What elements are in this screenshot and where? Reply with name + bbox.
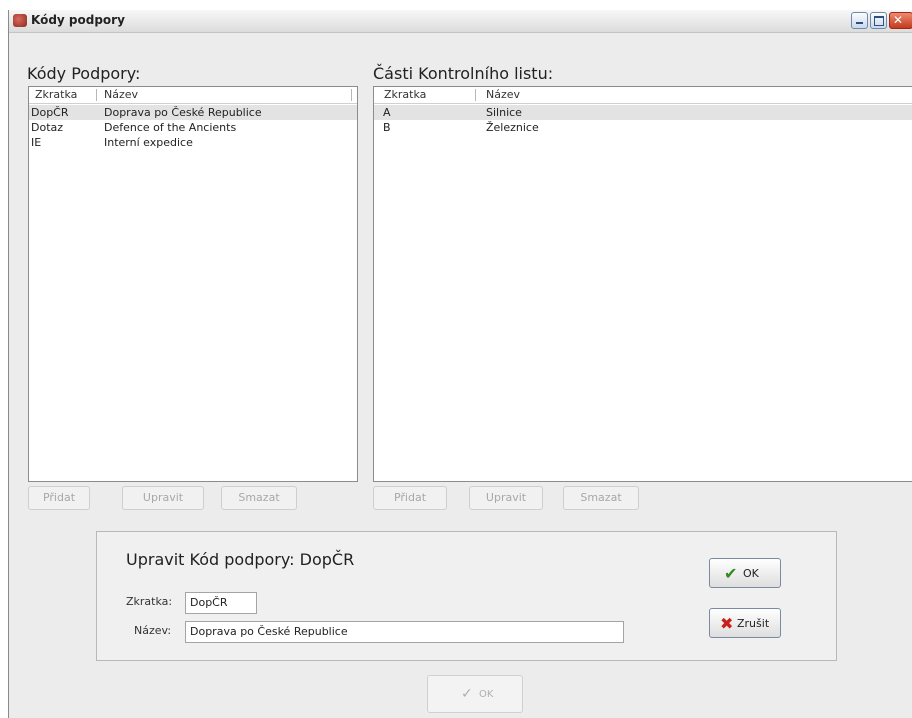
list-header: Zkratka Název bbox=[29, 87, 357, 104]
column-header-name[interactable]: Název bbox=[104, 88, 138, 101]
edit-form-title: Upravit Kód podpory: DopČR bbox=[126, 550, 355, 569]
table-row[interactable]: Dotaz Defence of the Ancients bbox=[29, 120, 357, 135]
window-title: Kódy podpory bbox=[31, 13, 125, 27]
cell-abbr: Dotaz bbox=[31, 121, 64, 134]
column-header-name[interactable]: Název bbox=[486, 88, 520, 101]
minimize-button[interactable] bbox=[851, 12, 868, 29]
right-add-button[interactable]: Přidat bbox=[373, 486, 447, 510]
column-separator[interactable] bbox=[96, 89, 97, 101]
table-row[interactable]: DopČR Doprava po České Republice bbox=[29, 105, 357, 120]
right-panel-title: Části Kontrolního listu: bbox=[373, 64, 554, 83]
close-button[interactable] bbox=[889, 12, 912, 29]
left-panel-title: Kódy Podpory: bbox=[27, 64, 141, 83]
list-header: Zkratka Název bbox=[374, 87, 912, 104]
column-header-abbr[interactable]: Zkratka bbox=[35, 88, 77, 101]
table-row[interactable]: IE Interní expedice bbox=[29, 135, 357, 150]
maximize-button[interactable] bbox=[870, 12, 887, 29]
cross-icon: ✖ bbox=[720, 614, 734, 633]
column-separator[interactable] bbox=[475, 89, 476, 101]
check-icon: ✔ bbox=[724, 564, 738, 583]
form-ok-button[interactable]: ✔ OK bbox=[709, 558, 781, 588]
left-delete-button[interactable]: Smazat bbox=[221, 486, 297, 510]
app-icon bbox=[13, 14, 27, 27]
footer-ok-label: OK bbox=[479, 689, 494, 700]
form-cancel-label: Zrušit bbox=[737, 617, 770, 630]
check-icon: ✓ bbox=[461, 686, 473, 702]
right-edit-button[interactable]: Upravit bbox=[469, 486, 543, 510]
support-codes-list[interactable]: Zkratka Název DopČR Doprava po České Rep… bbox=[28, 86, 358, 482]
footer-ok-button[interactable]: ✓ OK bbox=[427, 675, 523, 713]
cell-name: Doprava po České Republice bbox=[104, 106, 262, 119]
app-window: Kódy podpory Kódy Podpory: Zkratka Název… bbox=[8, 10, 912, 718]
cell-abbr: DopČR bbox=[31, 106, 69, 119]
name-label: Název: bbox=[134, 624, 172, 637]
cell-abbr: A bbox=[383, 106, 391, 119]
left-edit-button[interactable]: Upravit bbox=[122, 486, 204, 510]
title-bar[interactable]: Kódy podpory bbox=[9, 10, 912, 33]
form-ok-label: OK bbox=[743, 567, 759, 580]
table-row[interactable]: B Železnice bbox=[374, 120, 912, 135]
cell-name: Interní expedice bbox=[104, 136, 193, 149]
cell-name: Defence of the Ancients bbox=[104, 121, 237, 134]
column-header-abbr[interactable]: Zkratka bbox=[384, 88, 426, 101]
checklist-parts-list[interactable]: Zkratka Název A Silnice B Železnice bbox=[373, 86, 912, 482]
abbr-field[interactable]: DopČR bbox=[185, 592, 257, 614]
abbr-label: Zkratka: bbox=[126, 595, 173, 608]
left-add-button[interactable]: Přidat bbox=[28, 486, 90, 510]
cell-name: Silnice bbox=[486, 106, 522, 119]
edit-support-code-panel: Upravit Kód podpory: DopČR Zkratka: DopČ… bbox=[96, 531, 837, 661]
cell-abbr: B bbox=[383, 121, 391, 134]
cell-abbr: IE bbox=[31, 136, 42, 149]
column-separator[interactable] bbox=[351, 89, 352, 101]
table-row[interactable]: A Silnice bbox=[374, 105, 912, 120]
right-delete-button[interactable]: Smazat bbox=[563, 486, 639, 510]
name-field[interactable]: Doprava po České Republice bbox=[185, 621, 624, 643]
cell-name: Železnice bbox=[486, 121, 539, 134]
form-cancel-button[interactable]: ✖ Zrušit bbox=[709, 608, 781, 638]
